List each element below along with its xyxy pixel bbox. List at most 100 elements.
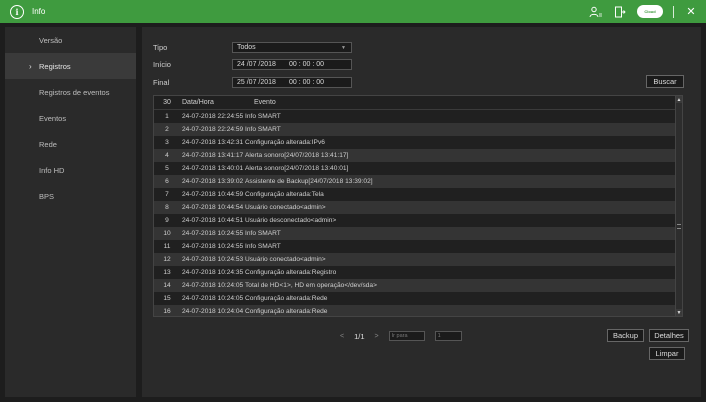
row-datetime: 24-07-2018 10:24:35 — [182, 269, 244, 276]
table-row[interactable]: 8 24-07-2018 10:44:54 Usuário conectado<ad… — [154, 201, 682, 214]
next-page-button[interactable]: > — [375, 333, 379, 340]
sidebar-item-label: Info HD — [39, 165, 65, 175]
row-datetime: 24-07-2018 10:44:54 — [182, 204, 244, 211]
scroll-down-icon[interactable]: ▼ — [676, 309, 682, 316]
inicio-label: Início — [153, 60, 171, 69]
row-datetime: 24-07-2018 10:44:51 — [182, 217, 244, 224]
row-event: Alerta sonoro[24/07/2018 13:40:01] — [245, 165, 349, 172]
row-number: 2 — [165, 126, 169, 133]
page-number-input[interactable]: 1 — [434, 331, 462, 341]
table-row[interactable]: 12 24-07-2018 10:24:53 Usuário conectado<a… — [154, 253, 682, 266]
user-switch-icon[interactable] — [589, 5, 603, 19]
sidebar-item-registros[interactable]: › Registros — [5, 53, 136, 79]
row-event: Info SMART — [245, 243, 281, 250]
row-number: 8 — [165, 204, 169, 211]
table-row[interactable]: 16 24-07-2018 10:24:04 Configuração altera… — [154, 305, 682, 316]
cloud-status-icon[interactable]: Cloud — [637, 5, 663, 18]
row-event: Usuário conectado<admin> — [245, 256, 326, 263]
logout-icon[interactable] — [613, 5, 627, 19]
row-number: 9 — [165, 217, 169, 224]
sidebar-item-rede[interactable]: Rede — [5, 131, 136, 157]
page-indicator: 1/1 — [354, 331, 365, 341]
row-event: Assistente de Backup[24/07/2018 13:39:02… — [245, 178, 373, 185]
tipo-value: Todos — [237, 44, 256, 51]
inicio-time: 00 : 00 : 00 — [289, 61, 325, 68]
inicio-date: 24 /07 /2018 — [237, 61, 276, 68]
sidebar-item-label: Versão — [39, 35, 63, 45]
row-number: 7 — [165, 191, 169, 198]
backup-button[interactable]: Backup — [607, 329, 644, 342]
goto-page-label: Ir para — [391, 333, 408, 339]
log-table: 30 Data/Hora Evento 1 24-07-2018 22:24:55… — [153, 95, 683, 317]
row-event: Info SMART — [245, 230, 281, 237]
final-datetime-field[interactable]: 25 /07 /2018 00 : 00 : 00 — [232, 77, 352, 88]
goto-page-button[interactable]: Ir para — [388, 331, 425, 341]
inicio-datetime-field[interactable]: 24 /07 /2018 00 : 00 : 00 — [232, 59, 352, 70]
row-datetime: 24-07-2018 10:24:55 — [182, 243, 244, 250]
row-event: Configuração alterada:Rede — [245, 308, 328, 315]
table-row[interactable]: 10 24-07-2018 10:24:55 Info SMART — [154, 227, 682, 240]
table-row[interactable]: 7 24-07-2018 10:44:59 Configuração alterad… — [154, 188, 682, 201]
title-bar-controls: Cloud ✕ — [589, 0, 698, 23]
table-row[interactable]: 13 24-07-2018 10:24:35 Configuração altera… — [154, 266, 682, 279]
table-row[interactable]: 3 24-07-2018 13:42:31 Configuração alterad… — [154, 136, 682, 149]
row-datetime: 24-07-2018 10:24:05 — [182, 295, 244, 302]
row-event: Info SMART — [245, 113, 281, 120]
main-panel: Tipo Todos ▼ Início 24 /07 /2018 00 : 00… — [142, 27, 701, 397]
row-number: 5 — [165, 165, 169, 172]
details-button[interactable]: Detalhes — [649, 329, 689, 342]
sidebar-item-bps[interactable]: BPS — [5, 183, 136, 209]
row-datetime: 24-07-2018 10:24:04 — [182, 308, 244, 315]
sidebar-item-label: Eventos — [39, 113, 67, 123]
row-datetime: 24-07-2018 10:24:05 — [182, 282, 244, 289]
row-datetime: 24-07-2018 13:39:02 — [182, 178, 244, 185]
row-number: 14 — [163, 282, 171, 289]
sidebar-item-registros-de-eventos[interactable]: Registros de eventos — [5, 79, 136, 105]
sidebar-item-eventos[interactable]: Eventos — [5, 105, 136, 131]
table-row[interactable]: 14 24-07-2018 10:24:05 Total de HD<1>, HD … — [154, 279, 682, 292]
record-count: 30 — [163, 99, 171, 106]
row-datetime: 24-07-2018 13:41:17 — [182, 152, 244, 159]
sidebar-item-label: Rede — [39, 139, 57, 149]
table-row[interactable]: 1 24-07-2018 22:24:55 Info SMART — [154, 110, 682, 123]
page-number-value: 1 — [437, 333, 441, 339]
sidebar-item-info-hd[interactable]: Info HD — [5, 157, 136, 183]
row-datetime: 24-07-2018 10:24:53 — [182, 256, 244, 263]
table-row[interactable]: 4 24-07-2018 13:41:17 Alerta sonoro[24/07/… — [154, 149, 682, 162]
table-row[interactable]: 6 24-07-2018 13:39:02 Assistente de Backup… — [154, 175, 682, 188]
row-event: Usuário desconectado<admin> — [245, 217, 337, 224]
row-event: Configuração alterada:IPv6 — [245, 139, 325, 146]
table-scrollbar[interactable]: ▲ ▼ — [675, 96, 682, 316]
row-number: 1 — [165, 113, 169, 120]
sidebar-item-label: Registros — [39, 61, 71, 71]
cloud-label: Cloud — [644, 9, 656, 14]
table-row[interactable]: 5 24-07-2018 13:40:01 Alerta sonoro[24/07/… — [154, 162, 682, 175]
sidebar: Versão › Registros Registros de eventos E… — [5, 27, 136, 397]
row-number: 3 — [165, 139, 169, 146]
row-number: 15 — [163, 295, 171, 302]
row-datetime: 24-07-2018 22:24:55 — [182, 113, 244, 120]
sidebar-item-label: BPS — [39, 191, 55, 201]
row-number: 13 — [163, 269, 171, 276]
close-icon[interactable]: ✕ — [684, 5, 698, 19]
table-row[interactable]: 9 24-07-2018 10:44:51 Usuário desconectado… — [154, 214, 682, 227]
row-number: 4 — [165, 152, 169, 159]
table-row[interactable]: 15 24-07-2018 10:24:05 Configuração altera… — [154, 292, 682, 305]
scroll-up-icon[interactable]: ▲ — [676, 96, 682, 103]
sidebar-item-versao[interactable]: Versão — [5, 27, 136, 53]
pagination: < 1/1 > Ir para 1 — [340, 331, 462, 341]
row-event: Configuração alterada:Tela — [245, 191, 324, 198]
row-number: 12 — [163, 256, 171, 263]
clear-button[interactable]: Limpar — [649, 347, 685, 360]
final-label: Final — [153, 78, 170, 87]
table-row[interactable]: 11 24-07-2018 10:24:55 Info SMART — [154, 240, 682, 253]
row-event: Configuração alterada:Rede — [245, 295, 328, 302]
tipo-select[interactable]: Todos ▼ — [232, 42, 352, 53]
final-date: 25 /07 /2018 — [237, 79, 276, 86]
table-row[interactable]: 2 24-07-2018 22:24:59 Info SMART — [154, 123, 682, 136]
title-bar-separator — [673, 5, 674, 18]
prev-page-button[interactable]: < — [340, 333, 344, 340]
scrollbar-grip[interactable] — [677, 224, 681, 229]
search-button[interactable]: Buscar — [646, 75, 684, 88]
final-time: 00 : 00 : 00 — [289, 79, 325, 86]
